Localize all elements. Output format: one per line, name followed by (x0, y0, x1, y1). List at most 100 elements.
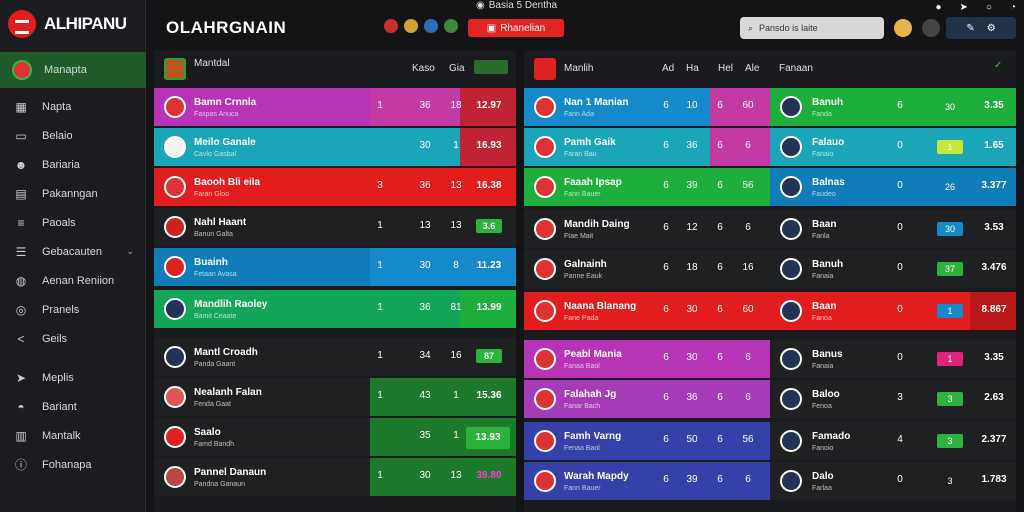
sidebar-item-gebacauten[interactable]: ☰ Gebacauten ⌄ (0, 237, 146, 266)
odds-value[interactable]: 1.783 (974, 474, 1014, 485)
odds-value[interactable]: 2.63 (974, 392, 1014, 403)
odds-value[interactable]: 15.36 (466, 390, 512, 401)
sidebar-item-pakanngan[interactable]: ▤ Pakanngan (0, 179, 146, 208)
nav-divider (0, 353, 146, 363)
opponent-pill[interactable]: 30 (937, 100, 963, 114)
bell-icon[interactable]: ◔ (1010, 2, 1016, 13)
odds-value[interactable]: 13.93 (466, 427, 510, 449)
table-row[interactable]: Bamn Crnnla Faxpas Anuca 1 36 18 12.97 (154, 88, 516, 126)
table-row[interactable]: Faaah Ipsap Fann Bauer 6 39 6 56 Balnas Faudeo 0… (524, 168, 1016, 206)
opponent-pill[interactable]: 3 (937, 474, 963, 488)
sidebar-item-geils[interactable]: < Geils (0, 324, 146, 353)
table-row[interactable]: Peabl Mania Fanaa Baol 6 30 6 6 Banus Fanaia 0 1 3… (524, 340, 1016, 378)
tools-button[interactable]: ✎ ⚙ (946, 17, 1016, 39)
live-button[interactable]: ▣ Rhanelian (468, 19, 564, 37)
opponent-value: 0 (897, 304, 903, 315)
odds-value[interactable]: 3.35 (974, 352, 1014, 363)
sidebar-item-label: Geils (42, 332, 68, 345)
odds-value[interactable]: 2.377 (974, 434, 1014, 445)
table-row[interactable]: Meilo Ganale Cavlo Gasbal 30 1 16.93 (154, 128, 516, 166)
sidebar-item-napta[interactable]: ▦ Napta (0, 92, 146, 121)
flag-icon[interactable] (424, 19, 438, 33)
avatar[interactable] (894, 19, 912, 37)
odds-value[interactable]: 3.35 (974, 100, 1014, 111)
sidebar-item-manapta[interactable]: Manapta (0, 52, 146, 88)
check-icon[interactable]: ✓ (994, 60, 1002, 71)
flag-icon[interactable] (404, 19, 418, 33)
table-row[interactable]: Nahl Haant Banun Galta 1 13 13 3.6 (154, 208, 516, 246)
card-icon: ▭ (15, 128, 27, 143)
search-input[interactable]: Pansdo is laite (759, 23, 818, 33)
circle-icon[interactable]: ○ (986, 2, 992, 13)
sidebar-item-bariaria[interactable]: ☻ Bariaria (0, 150, 146, 179)
flag-icon[interactable] (444, 19, 458, 33)
sidebar-item-bariant[interactable]: ◓ Bariant (0, 392, 146, 421)
odds-value[interactable]: 3.53 (974, 222, 1014, 233)
table-row[interactable]: Galnainh Panne Eauk 6 18 6 16 Banuh Fanaia 0 37 3.… (524, 250, 1016, 288)
sidebar-item-pranels[interactable]: ◎ Pranels (0, 295, 146, 324)
odds-value[interactable]: 13.99 (466, 302, 512, 313)
notification-icon[interactable] (922, 19, 940, 37)
opponent-pill[interactable]: 30 (937, 222, 963, 236)
avatar-small-icon[interactable]: ● (935, 2, 941, 13)
team-crest-icon (164, 386, 186, 408)
odds-value[interactable]: 3.6 (476, 219, 502, 233)
team-sub: Fenaa Baol (564, 445, 600, 452)
flag-icon[interactable] (384, 19, 398, 33)
app: ALHIPANU Manapta ▦ Napta ▭ Belaio ☻ Bariaria ▤ P… (0, 0, 1024, 512)
stat-c: 13 (450, 470, 462, 481)
opponent-value: 0 (897, 262, 903, 273)
sidebar-item-fohanapa[interactable]: ⓘ Fohanapa (0, 450, 146, 479)
table-row[interactable]: Buainh Fetaan Avasa 1 30 8 11.23 (154, 248, 516, 286)
table-row[interactable]: Nealanh Falan Fenda Gaat 1 43 1 15.36 (154, 378, 516, 416)
team-sub: Fane Pada (564, 315, 599, 322)
opponent-pill[interactable]: 26 (937, 180, 963, 194)
odds-value[interactable]: 12.97 (466, 100, 512, 111)
odds-value[interactable]: 87 (476, 349, 502, 363)
odds-value[interactable]: 16.38 (466, 180, 512, 191)
sidebar-item-aenan-reniion[interactable]: ◍ Aenan Reniion (0, 266, 146, 295)
opponent-pill[interactable]: 1 (937, 352, 963, 366)
opponent-pill[interactable]: 3 (937, 434, 963, 448)
table-row[interactable]: Nan 1 Manian Fann Ada 6 10 6 60 Banuh Fanda 6 30 3… (524, 88, 1016, 126)
opponent-pill[interactable]: 1 (937, 304, 963, 318)
table-row[interactable]: Pamh Gaik Faran Bau 6 36 6 6 Falauo Fanaio 0 1 1.6… (524, 128, 1016, 166)
opponent-pill[interactable]: 3 (937, 392, 963, 406)
table-row[interactable]: Mantl Croadh Panda Gaant 1 34 16 87 (154, 338, 516, 376)
table-row[interactable]: Pannel Danaun Pandna Ganaun 1 30 13 39.80 (154, 458, 516, 496)
odds-value[interactable]: 39.80 (466, 470, 512, 481)
search-bar[interactable]: ⌕ Pansdo is laite (740, 17, 884, 39)
brand[interactable]: ALHIPANU (8, 10, 127, 38)
table-row[interactable]: Naana Blanang Fane Pada 6 30 6 60 Baan Fanoa 0 1 8… (524, 292, 1016, 330)
sidebar-item-mantalk[interactable]: ▥ Mantalk (0, 421, 146, 450)
stat-a: 1 (377, 390, 383, 401)
opponent-pill[interactable]: 37 (937, 262, 963, 276)
stat-b: 43 (419, 390, 431, 401)
chat-icon: ◓ (17, 399, 25, 414)
table-row[interactable]: Warah Mapdy Fann Bauer 6 39 6 6 Dalo Farlaa 0 3 1.… (524, 462, 1016, 500)
odds-value[interactable]: 11.23 (466, 260, 512, 271)
odds-value[interactable]: 3.476 (974, 262, 1014, 273)
odds-value[interactable]: 16.93 (466, 140, 512, 151)
opponent-pill[interactable]: 1 (937, 140, 963, 154)
table-row[interactable]: Baooh Bli eila Faran Gloo 3 36 13 16.38 (154, 168, 516, 206)
stat-c: 1 (453, 140, 459, 151)
search-icon: ⌕ (748, 22, 754, 33)
sidebar-item-meplis[interactable]: ➤ Meplis (0, 363, 146, 392)
top-tab[interactable]: ◉ Basia 5 Dentha (476, 0, 557, 11)
sidebar-item-label: Paoals (42, 216, 76, 229)
table-row[interactable]: Mandih Daing Ftae Mait 6 12 6 6 Baan Fanla 0 30 3.… (524, 210, 1016, 248)
odds-value[interactable]: 1.65 (974, 140, 1014, 151)
left-header-toggle[interactable] (474, 60, 508, 74)
table-row[interactable]: Falahah Jg Fanar Bach 6 36 6 6 Baloo Fenoa 3 3 2.6… (524, 380, 1016, 418)
table-row[interactable]: Mandlih Raoley Bamit Ceaate 1 36 81 13.99 (154, 290, 516, 328)
odds-value[interactable]: 3.377 (974, 180, 1014, 191)
table-row[interactable]: Saalo Famd Bandh 35 1 13.93 (154, 418, 516, 456)
send-icon[interactable]: ➤ (960, 2, 968, 13)
sidebar-item-paoals[interactable]: ≡ Paoals (0, 208, 146, 237)
sidebar-item-belaio[interactable]: ▭ Belaio (0, 121, 146, 150)
sidebar-item-label: Gebacauten (42, 245, 102, 258)
odds-value[interactable]: 8.867 (974, 304, 1014, 315)
table-row[interactable]: Famh Varng Fenaa Baol 6 50 6 56 Famado Fanoio 4 3… (524, 422, 1016, 460)
chevron-down-icon[interactable]: ⌄ (126, 246, 134, 257)
